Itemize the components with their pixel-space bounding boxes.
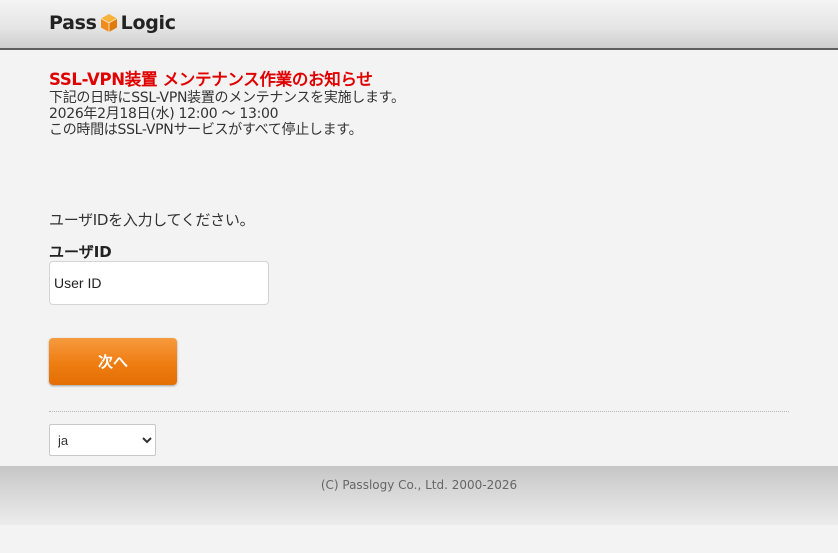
- userid-label: ユーザID: [49, 243, 112, 261]
- logo-text-logic: Logic: [120, 12, 176, 34]
- copyright-text: (C) Passlogy Co., Ltd. 2000-2026: [320, 478, 518, 492]
- notice-line: 2026年2月18日(水) 12:00 ～ 13:00: [49, 106, 279, 122]
- next-button[interactable]: 次へ: [49, 338, 177, 385]
- userid-prompt: ユーザIDを入力してください。: [49, 211, 255, 229]
- footer: (C) Passlogy Co., Ltd. 2000-2026: [0, 466, 838, 525]
- logo-text-pass: Pass: [49, 12, 97, 34]
- notice-line: この時間はSSL-VPNサービスがすべて停止します。: [49, 122, 363, 138]
- header-bar: Pass Logic: [0, 0, 838, 50]
- cube-icon: [100, 14, 117, 32]
- notice-line: 下記の日時にSSL-VPN装置のメンテナンスを実施します。: [49, 90, 405, 106]
- passlogic-logo: Pass Logic: [49, 12, 176, 34]
- divider: [49, 411, 789, 412]
- language-select[interactable]: ja: [49, 424, 156, 456]
- userid-input[interactable]: [49, 261, 269, 305]
- maintenance-notice: SSL-VPN装置 メンテナンス作業のお知らせ 下記の日時にSSL-VPN装置の…: [49, 70, 809, 138]
- notice-title: SSL-VPN装置 メンテナンス作業のお知らせ: [49, 70, 373, 89]
